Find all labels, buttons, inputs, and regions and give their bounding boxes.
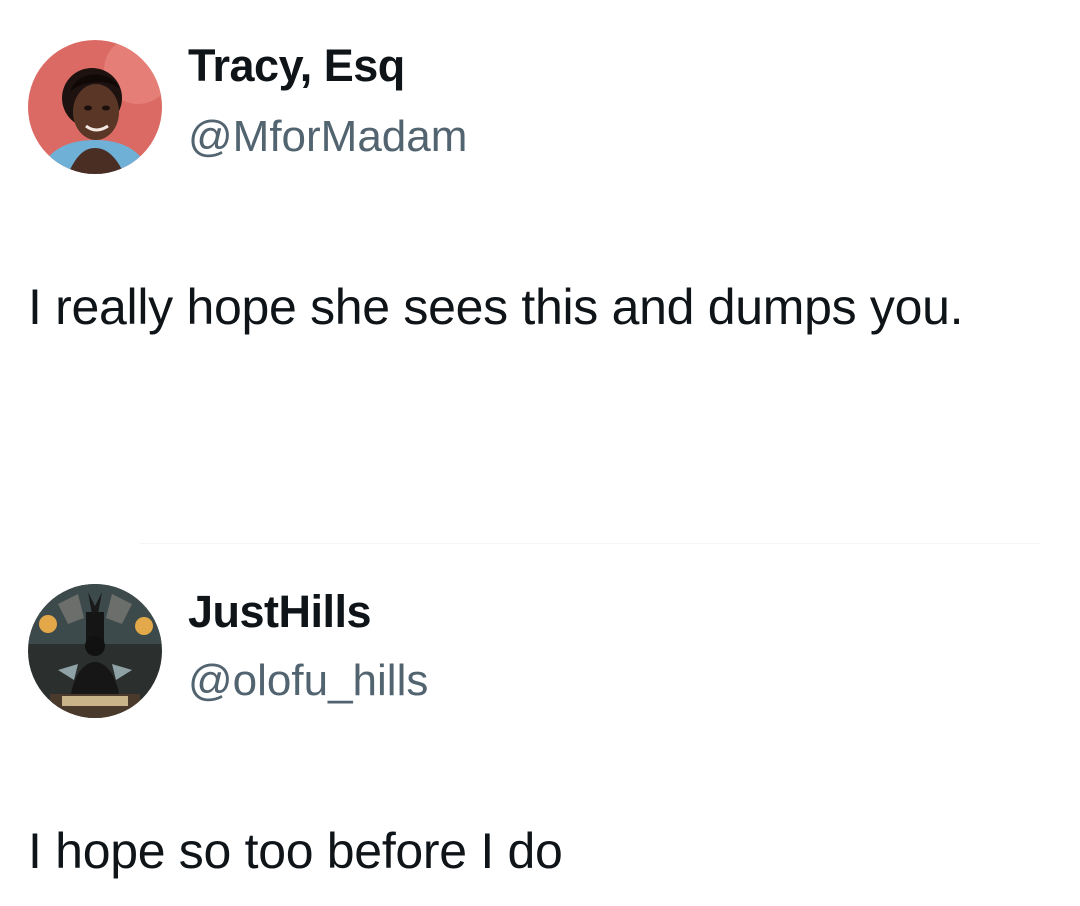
avatar[interactable] bbox=[28, 40, 162, 174]
display-name[interactable]: JustHills bbox=[188, 586, 372, 638]
tweet[interactable]: Tracy, Esq @MforMadam I really hope she … bbox=[0, 0, 1080, 540]
profile-photo-icon bbox=[28, 40, 162, 174]
display-name[interactable]: Tracy, Esq bbox=[188, 40, 405, 92]
user-handle[interactable]: @MforMadam bbox=[188, 112, 467, 162]
divider bbox=[140, 543, 1040, 544]
tweet[interactable]: JustHills @olofu_hills I hope so too bef… bbox=[0, 548, 1080, 906]
tweet-text: I really hope she sees this and dumps yo… bbox=[28, 279, 964, 335]
avatar[interactable] bbox=[28, 584, 162, 718]
tweet-text: I hope so too before I do bbox=[28, 823, 563, 879]
profile-artwork-icon bbox=[28, 584, 162, 718]
user-handle[interactable]: @olofu_hills bbox=[188, 656, 428, 706]
